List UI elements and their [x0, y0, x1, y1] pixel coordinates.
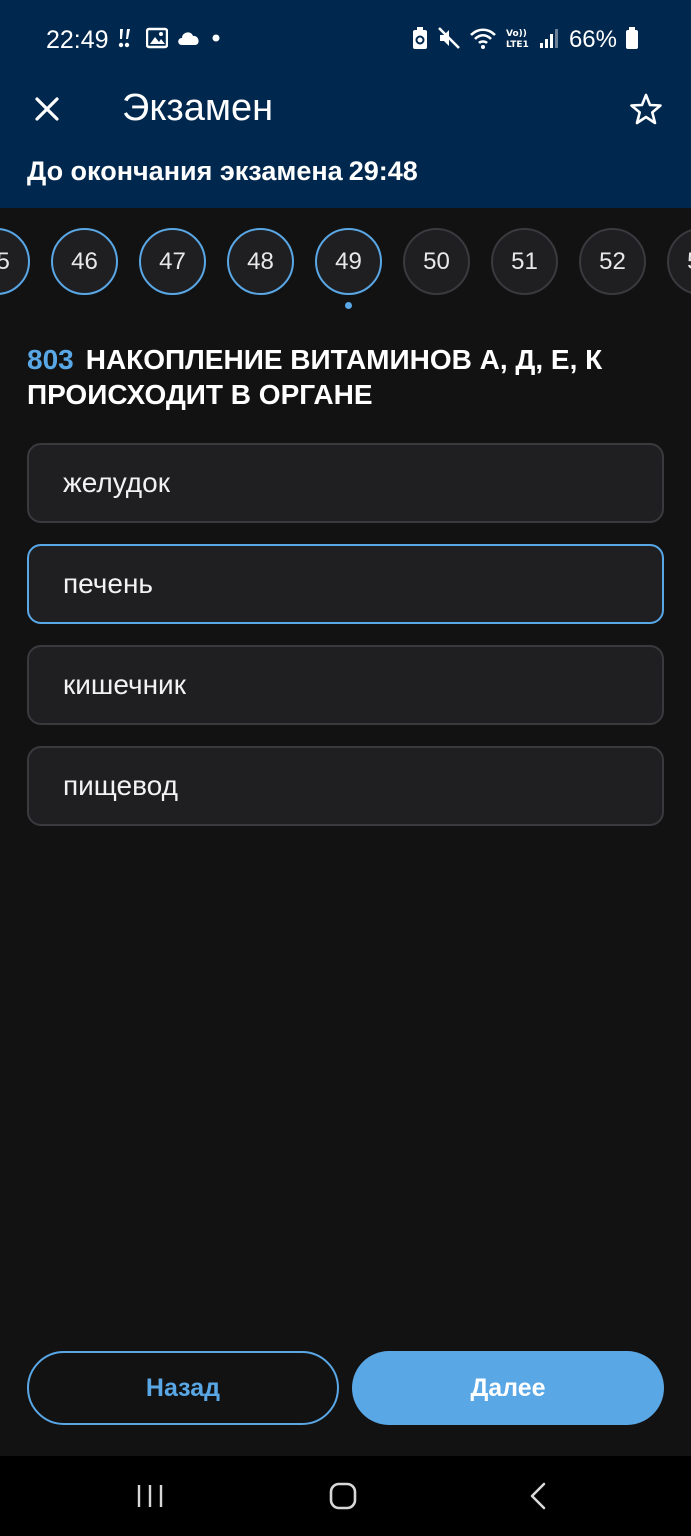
question-nav-item[interactable]: 47	[139, 228, 206, 295]
status-left-icons	[116, 26, 222, 54]
answer-option-label: пищевод	[63, 770, 178, 801]
system-back-button[interactable]	[508, 1476, 568, 1516]
question-nav-number: 46	[51, 228, 118, 295]
question-nav-item[interactable]: 46	[51, 228, 118, 295]
battery-saver-icon	[411, 26, 429, 55]
timer-label: До окончания экзамена	[27, 156, 343, 186]
answer-option[interactable]: желудок	[27, 443, 664, 523]
status-right-icons: Vo)) LTE1 66%	[411, 26, 639, 54]
answer-option-label: кишечник	[63, 669, 186, 700]
question-nav-number: 53	[667, 228, 691, 295]
battery-icon	[625, 26, 639, 55]
question-nav-number: 50	[403, 228, 470, 295]
answer-option[interactable]: пищевод	[27, 746, 664, 826]
question-nav-item[interactable]: 53	[667, 228, 691, 295]
recent-apps-icon	[137, 1485, 163, 1507]
back-button[interactable]: Назад	[27, 1351, 339, 1425]
timer-value: 29:48	[348, 156, 418, 186]
question-nav-item[interactable]: 45	[0, 228, 30, 295]
current-question-indicator	[345, 302, 352, 309]
question-navigator: 45 46 47 48 49 50 51 52 53	[0, 208, 691, 320]
exam-timer: До окончания экзамена 29:48	[27, 156, 418, 187]
question-nav-number: 45	[0, 228, 30, 295]
favorite-button[interactable]	[621, 84, 671, 134]
home-icon	[329, 1482, 357, 1510]
question-nav-number: 51	[491, 228, 558, 295]
signal-icon	[539, 27, 559, 54]
answer-option-label: печень	[63, 568, 154, 599]
chevron-left-icon	[530, 1482, 546, 1510]
question-body: НАКОПЛЕНИЕ ВИТАМИНОВ А, Д, Е, К ПРОИСХОД…	[27, 344, 603, 410]
system-nav-bar	[0, 1456, 691, 1536]
question-nav-item[interactable]: 51	[491, 228, 558, 295]
volte-icon: Vo)) LTE1	[505, 26, 531, 55]
question-navigator-list: 45 46 47 48 49 50 51 52 53	[0, 228, 691, 309]
page-title: Экзамен	[122, 87, 274, 129]
recent-apps-button[interactable]	[120, 1476, 180, 1516]
question-text: 803 НАКОПЛЕНИЕ ВИТАМИНОВ А, Д, Е, К ПРОИС…	[27, 342, 647, 412]
question-nav-number: 49	[315, 228, 382, 295]
star-icon	[630, 93, 662, 125]
question-nav-number: 47	[139, 228, 206, 295]
answer-option[interactable]: печень	[27, 544, 664, 624]
status-time: 22:49	[46, 26, 109, 54]
close-icon	[35, 97, 59, 121]
dot-icon	[210, 31, 222, 49]
question-nav-number: 52	[579, 228, 646, 295]
question-nav-number: 48	[227, 228, 294, 295]
cloud-icon	[176, 29, 202, 52]
answer-option[interactable]: кишечник	[27, 645, 664, 725]
question-nav-item[interactable]: 50	[403, 228, 470, 295]
svg-text:LTE1: LTE1	[506, 40, 529, 50]
next-button[interactable]: Далее	[352, 1351, 664, 1425]
question-nav-item[interactable]: 52	[579, 228, 646, 295]
mute-icon	[437, 26, 461, 55]
status-bar: 22:49 Vo)) LTE1 66%	[0, 0, 691, 78]
wifi-icon	[469, 26, 497, 55]
question-nav-item[interactable]: 49	[315, 228, 382, 309]
battery-percent: 66%	[568, 26, 617, 53]
answer-option-label: желудок	[63, 467, 170, 498]
home-button[interactable]	[313, 1476, 373, 1516]
question-number: 803	[27, 344, 74, 375]
image-icon	[145, 27, 169, 54]
app-bar: Экзамен До окончания экзамена 29:48	[0, 78, 691, 208]
question-nav-item[interactable]: 48	[227, 228, 294, 295]
notification-icon	[116, 26, 138, 55]
close-button[interactable]	[22, 84, 72, 134]
svg-text:Vo)): Vo))	[506, 29, 527, 39]
